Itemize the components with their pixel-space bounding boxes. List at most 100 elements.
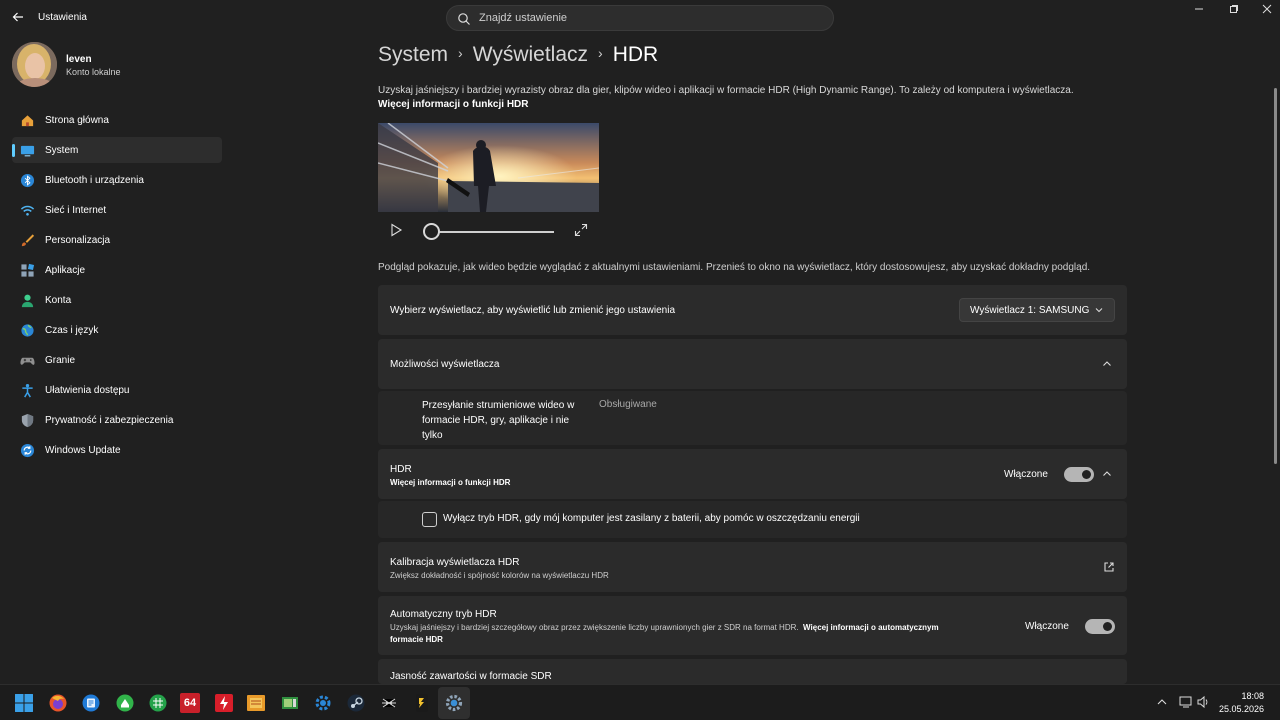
auto-hdr-subtitle-text: Uzyskaj jaśniejszy i bardziej szczegółow… [390, 623, 799, 632]
capability-value: Obsługiwane [599, 399, 657, 410]
auto-hdr-card: Automatyczny tryb HDR Uzyskaj jaśniejszy… [378, 596, 1127, 655]
volume-icon[interactable] [1196, 695, 1210, 709]
account-type: Konto lokalne [66, 67, 121, 77]
close-icon[interactable] [1255, 4, 1279, 18]
aida64-icon[interactable]: 64 [180, 693, 200, 713]
bluetooth-icon [20, 173, 35, 188]
taskbar-clock[interactable]: 18:08 25.05.2026 [1219, 690, 1264, 716]
restore-icon[interactable] [1222, 4, 1246, 18]
external-link-icon[interactable] [1103, 561, 1115, 573]
settings-icon[interactable] [444, 693, 464, 713]
sidebar-item-label: Ułatwienia dostępu [45, 385, 130, 396]
sidebar-item-label: Windows Update [45, 445, 121, 456]
sidebar-item-label: Czas i język [45, 325, 99, 336]
auto-hdr-link-continued[interactable]: formacie HDR [390, 635, 443, 644]
start-icon[interactable] [14, 693, 34, 713]
gpu-z-icon[interactable] [280, 693, 300, 713]
sidebar-item-label: Prywatność i zabezpieczenia [45, 415, 174, 426]
breadcrumb: System › Wyświetlacz › HDR [378, 43, 658, 67]
capability-label-line: Przesyłanie strumieniowe wideo w [422, 400, 575, 411]
hdr-video-preview [378, 123, 599, 212]
breadcrumb-system[interactable]: System [378, 43, 448, 66]
search-box[interactable]: Znajdź ustawienie [446, 5, 834, 31]
chevron-up-icon[interactable] [1101, 358, 1113, 370]
video-progress-thumb[interactable] [423, 223, 440, 240]
breadcrumb-display[interactable]: Wyświetlacz [473, 43, 588, 66]
sidebar-item-accounts[interactable]: Konta [12, 287, 222, 313]
sidebar-item-gaming[interactable]: Granie [12, 347, 222, 373]
sidebar-item-network[interactable]: Sieć i Internet [12, 197, 222, 223]
app-icon-green[interactable] [115, 693, 135, 713]
brush-icon [21, 234, 35, 247]
sidebar-item-personalization[interactable]: Personalizacja [12, 227, 222, 253]
sidebar-item-system[interactable]: System [12, 137, 222, 163]
capabilities-header[interactable]: Możliwości wyświetlacza [378, 339, 1127, 389]
hdr-card: HDR Więcej informacji o funkcji HDR Włąc… [378, 449, 1127, 499]
scrollbar[interactable] [1274, 88, 1277, 464]
globe-icon [21, 324, 34, 337]
sidebar-item-apps[interactable]: Aplikacje [12, 257, 222, 283]
chevron-down-icon [1095, 308, 1103, 313]
network-monitor-icon[interactable] [1179, 695, 1193, 709]
sidebar-item-home[interactable]: Strona główna [12, 107, 222, 133]
capabilities-title: Możliwości wyświetlacza [390, 359, 500, 370]
battery-hdr-checkbox[interactable] [422, 512, 437, 527]
capability-label-line: tylko [422, 430, 443, 441]
clock-time: 18:08 [1241, 691, 1264, 701]
capability-label-line: formacie HDR, gry, aplikacje i nie [422, 415, 570, 426]
app-icon-red-bolt[interactable] [214, 693, 234, 713]
search-icon [458, 13, 470, 25]
sidebar-item-accessibility[interactable]: Ułatwienia dostępu [12, 377, 222, 403]
monitor-icon [20, 145, 35, 157]
sidebar-item-bluetooth[interactable]: Bluetooth i urządzenia [12, 167, 222, 193]
capability-label: Przesyłanie strumieniowe wideo w formaci… [422, 398, 574, 443]
accessibility-icon [22, 383, 33, 398]
display-select-card: Wybierz wyświetlacz, aby wyświetlić lub … [378, 285, 1127, 335]
sidebar-item-time-language[interactable]: Czas i język [12, 317, 222, 343]
wifi-icon [20, 205, 35, 216]
chevron-right-icon: › [458, 45, 463, 61]
app-icon-yellow[interactable] [412, 693, 432, 713]
hdr-battery-row: Wyłącz tryb HDR, gdy mój komputer jest z… [378, 501, 1127, 538]
chevron-right-icon: › [598, 45, 603, 61]
page-title: HDR [612, 43, 659, 66]
toggle-knob [1103, 622, 1112, 631]
auto-hdr-title: Automatyczny tryb HDR [390, 609, 497, 620]
play-icon[interactable] [389, 223, 403, 237]
sidebar-item-privacy[interactable]: Prywatność i zabezpieczenia [12, 407, 222, 433]
sidebar-item-label: Aplikacje [45, 265, 86, 276]
battery-hdr-label[interactable]: Wyłącz tryb HDR, gdy mój komputer jest z… [443, 513, 860, 524]
hdr-toggle[interactable] [1064, 467, 1094, 482]
app-icon-grid[interactable] [148, 693, 168, 713]
chevron-up-icon[interactable] [1101, 468, 1113, 480]
display-select-label: Wybierz wyświetlacz, aby wyświetlić lub … [390, 305, 676, 316]
video-progress-track[interactable] [432, 231, 554, 233]
search-placeholder[interactable]: Znajdź ustawienie [479, 12, 567, 24]
auto-hdr-toggle[interactable] [1085, 619, 1115, 634]
settings-gear-blue-icon[interactable] [313, 693, 333, 713]
expand-icon[interactable] [574, 223, 588, 237]
gamepad-icon [20, 357, 35, 365]
sidebar-item-windows-update[interactable]: Windows Update [12, 437, 222, 463]
cpu-z-icon[interactable] [246, 693, 266, 713]
firefox-icon[interactable] [48, 693, 68, 713]
auto-hdr-subtitle: Uzyskaj jaśniejszy i bardziej szczegółow… [390, 623, 939, 632]
calibration-card[interactable]: Kalibracja wyświetlacza HDR Zwiększ dokł… [378, 542, 1127, 592]
auto-hdr-link[interactable]: Więcej informacji o automatycznym [803, 623, 939, 632]
app-icon-spider[interactable] [379, 693, 399, 713]
apps-icon [21, 263, 35, 277]
minimize-icon[interactable] [1187, 4, 1211, 18]
steam-icon[interactable] [346, 693, 366, 713]
hdr-info-link[interactable]: Więcej informacji o funkcji HDR [378, 99, 529, 110]
chevron-up-icon[interactable] [1155, 695, 1169, 709]
shield-icon [21, 413, 34, 428]
avatar[interactable] [12, 42, 57, 87]
back-arrow-icon[interactable] [8, 8, 28, 28]
app-title: Ustawienia [38, 12, 87, 23]
hdr-more-info-link[interactable]: Więcej informacji o funkcji HDR [390, 478, 510, 487]
sdr-brightness-card[interactable]: Jasność zawartości w formacie SDR [378, 659, 1127, 684]
clock-date: 25.05.2026 [1218, 704, 1264, 714]
app-icon-blue[interactable] [81, 693, 101, 713]
display-dropdown[interactable]: Wyświetlacz 1: SAMSUNG [959, 298, 1115, 322]
person-icon [21, 294, 34, 308]
